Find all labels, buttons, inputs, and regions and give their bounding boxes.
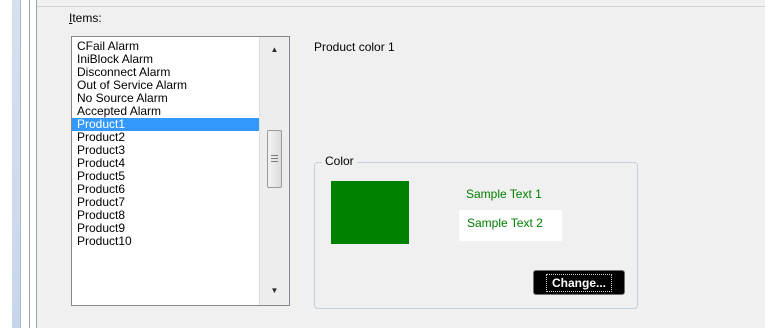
- change-button-label: Change...: [545, 273, 612, 292]
- color-group-title: Color: [322, 154, 357, 168]
- window-edge: [0, 0, 12, 328]
- panel-top-border: [37, 6, 765, 7]
- scroll-thumb[interactable]: [267, 130, 282, 188]
- scroll-down-arrow-icon[interactable]: ▼: [260, 282, 289, 299]
- change-button[interactable]: Change...: [533, 270, 625, 295]
- grip-line: [271, 158, 278, 159]
- color-swatch: [331, 181, 409, 244]
- product-color-caption: Product color 1: [314, 40, 395, 54]
- window-splitter: [12, 0, 21, 328]
- divider-line: [29, 0, 30, 328]
- items-listbox[interactable]: CFail Alarm IniBlock Alarm Disconnect Alar…: [71, 36, 290, 306]
- scroll-up-arrow-icon[interactable]: ▲: [260, 41, 289, 58]
- listbox-scrollbar[interactable]: ▲ ▼: [259, 37, 289, 305]
- sample-text-1: Sample Text 1: [466, 187, 542, 201]
- sample-text-2: Sample Text 2: [467, 216, 543, 230]
- list-item[interactable]: Product10: [72, 235, 260, 248]
- items-label: Items:: [69, 11, 102, 25]
- list-items: CFail Alarm IniBlock Alarm Disconnect Alar…: [72, 40, 260, 248]
- grip-line: [271, 155, 278, 156]
- grip-line: [271, 161, 278, 162]
